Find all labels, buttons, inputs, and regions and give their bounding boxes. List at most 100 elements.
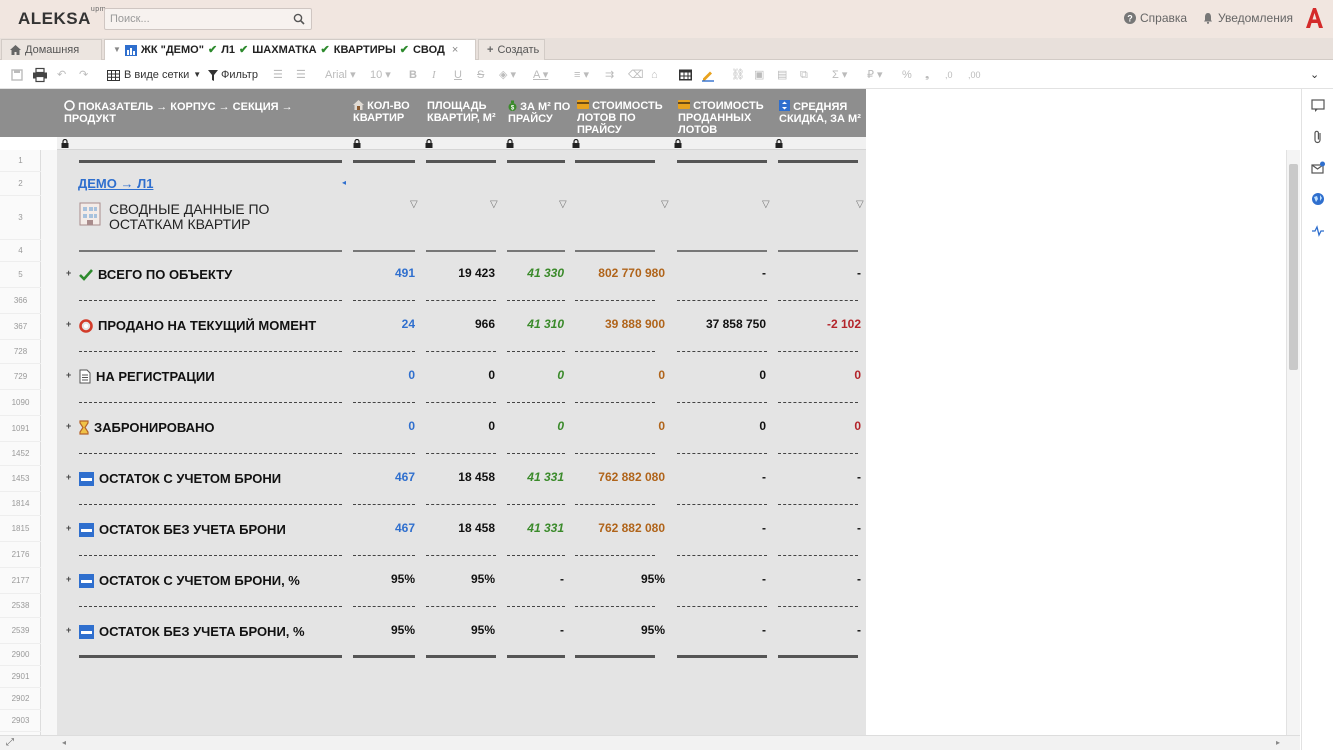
tab-active-report[interactable]: ▼ ЖК "ДЕМО" ✔ Л1 ✔ ШАХМАТКА ✔ КВАРТИРЫ ✔… [104, 39, 476, 60]
close-icon[interactable]: × [452, 40, 458, 60]
link-icon[interactable]: ⛓ [731, 67, 745, 83]
summary-value-cell[interactable]: 95% [471, 623, 495, 637]
summary-value-cell[interactable]: 0 [488, 419, 495, 433]
globe-icon[interactable] [1311, 192, 1325, 206]
summary-value-cell[interactable]: - [857, 572, 861, 586]
summary-value-cell[interactable]: 802 770 980 [598, 266, 665, 280]
row-number[interactable]: 2902 [0, 688, 41, 710]
column-header-flat-count[interactable]: Кол-во квартир [350, 89, 420, 137]
print-icon[interactable] [33, 67, 47, 83]
scrollbar-thumb[interactable] [1289, 164, 1298, 370]
redo-icon[interactable]: ↷ [79, 67, 88, 83]
summary-value-cell[interactable]: 0 [557, 419, 564, 433]
summary-value-cell[interactable]: 0 [408, 368, 415, 382]
summary-value-cell[interactable]: 37 858 750 [706, 317, 766, 331]
underline-button[interactable]: U [454, 67, 462, 83]
summary-value-cell[interactable]: 0 [854, 368, 861, 382]
summary-value-cell[interactable]: 0 [658, 368, 665, 382]
row-number[interactable]: 2903 [0, 710, 41, 732]
scroll-left-icon[interactable]: ◂ [62, 738, 66, 747]
chevron-down-icon[interactable]: ▼ [113, 40, 121, 60]
lock-icon[interactable] [506, 139, 514, 148]
summary-value-cell[interactable]: 762 882 080 [598, 470, 665, 484]
row-number[interactable]: 367 [0, 314, 41, 340]
summary-value-cell[interactable]: 966 [475, 317, 495, 331]
row-number[interactable]: 729 [0, 364, 41, 390]
sort-icon[interactable]: ▽ [410, 199, 418, 210]
summary-value-cell[interactable]: - [762, 623, 766, 637]
search-box[interactable] [104, 8, 312, 30]
column-header-price-per-m2[interactable]: $ за м² по прайсу [505, 89, 571, 137]
summary-row-label[interactable]: ОСТАТОК С УЧЕТОМ БРОНИ [79, 471, 281, 486]
row-number[interactable]: 1814 [0, 492, 41, 516]
row-number[interactable]: 366 [0, 288, 41, 314]
align-icon[interactable]: ≡ ▾ [574, 67, 589, 83]
row-number[interactable]: 728 [0, 340, 41, 364]
filter-button[interactable]: Фильтр [208, 67, 258, 83]
row-number[interactable]: 2 [0, 172, 41, 196]
lock-icon[interactable] [674, 139, 682, 148]
summary-value-cell[interactable]: - [762, 572, 766, 586]
chart-insert-icon[interactable]: ▤ [777, 67, 787, 83]
currency-button[interactable]: ₽ ▾ [867, 67, 883, 83]
collapse-toolbar-icon[interactable]: ⌄ [1310, 67, 1319, 83]
search-input[interactable] [105, 9, 285, 29]
expand-row-button[interactable]: + [66, 268, 71, 278]
row-number[interactable]: 2901 [0, 666, 41, 688]
summary-value-cell[interactable]: - [857, 470, 861, 484]
percent-button[interactable]: % [902, 67, 912, 83]
summary-value-cell[interactable]: 467 [395, 470, 415, 484]
summary-value-cell[interactable]: - [857, 266, 861, 280]
scroll-right-icon[interactable]: ▸ [1276, 738, 1280, 747]
summary-value-cell[interactable]: 467 [395, 521, 415, 535]
pencil-icon[interactable] [702, 67, 714, 83]
italic-button[interactable]: I [432, 67, 436, 83]
summary-value-cell[interactable]: 18 458 [458, 521, 495, 535]
font-select[interactable]: Arial ▾ [325, 67, 356, 83]
collapse-arrow-icon[interactable]: ◂ [342, 178, 346, 187]
summary-value-cell[interactable]: 762 882 080 [598, 521, 665, 535]
expand-row-button[interactable]: + [66, 574, 71, 584]
summary-value-cell[interactable]: 41 310 [527, 317, 564, 331]
table-icon[interactable] [679, 67, 692, 83]
row-number[interactable]: 2176 [0, 542, 41, 568]
search-icon[interactable] [293, 13, 305, 25]
summary-value-cell[interactable]: 0 [557, 368, 564, 382]
horizontal-scrollbar[interactable]: ⤢ ◂ ▸ [0, 735, 1300, 750]
summary-value-cell[interactable]: - [857, 521, 861, 535]
summary-value-cell[interactable]: 0 [488, 368, 495, 382]
row-number[interactable]: 1815 [0, 516, 41, 542]
font-size-select[interactable]: 10 ▾ [370, 67, 391, 83]
row-number[interactable]: 1 [0, 150, 41, 172]
summary-value-cell[interactable]: 95% [641, 572, 665, 586]
lock-icon[interactable] [61, 139, 69, 148]
column-header-sold-cost[interactable]: Стоимость проданных лотов [675, 89, 771, 137]
summary-value-cell[interactable]: 24 [402, 317, 415, 331]
text-color-icon[interactable]: A ▾ [533, 67, 548, 83]
expand-row-button[interactable]: + [66, 625, 71, 635]
summary-value-cell[interactable]: - [762, 521, 766, 535]
lock-icon[interactable] [572, 139, 580, 148]
summary-value-cell[interactable]: 95% [471, 572, 495, 586]
summary-value-cell[interactable]: 0 [658, 419, 665, 433]
sum-button[interactable]: Σ ▾ [832, 67, 847, 83]
expand-row-button[interactable]: + [66, 472, 71, 482]
app-logo[interactable]: ALEKSAupm [18, 6, 106, 29]
indent-increase-icon[interactable]: ☰ [296, 67, 306, 83]
create-tab-button[interactable]: + Создать [478, 39, 545, 60]
row-number[interactable]: 5 [0, 262, 41, 288]
column-header-lots-cost[interactable]: Стоимость лотов по прайсу [574, 89, 672, 137]
summary-row-label[interactable]: ОСТАТОК БЕЗ УЧЕТА БРОНИ [79, 522, 286, 537]
increase-decimal-button[interactable]: ,00 [968, 67, 981, 83]
summary-value-cell[interactable]: 0 [854, 419, 861, 433]
summary-row-label[interactable]: НА РЕГИСТРАЦИИ [79, 369, 215, 384]
lock-icon[interactable] [353, 139, 361, 148]
eraser-icon[interactable]: ⌫ [628, 67, 644, 83]
summary-row-label[interactable]: ОСТАТОК БЕЗ УЧЕТА БРОНИ, % [79, 624, 305, 639]
copy-icon[interactable]: ⧉ [800, 67, 808, 83]
summary-value-cell[interactable]: - [762, 266, 766, 280]
summary-value-cell[interactable]: 0 [759, 368, 766, 382]
column-header-avg-discount[interactable]: Средняя скидка, за м² [776, 89, 864, 137]
report-breadcrumb-link[interactable]: ДЕМО → Л1 [78, 176, 153, 191]
row-number[interactable]: 2538 [0, 594, 41, 618]
